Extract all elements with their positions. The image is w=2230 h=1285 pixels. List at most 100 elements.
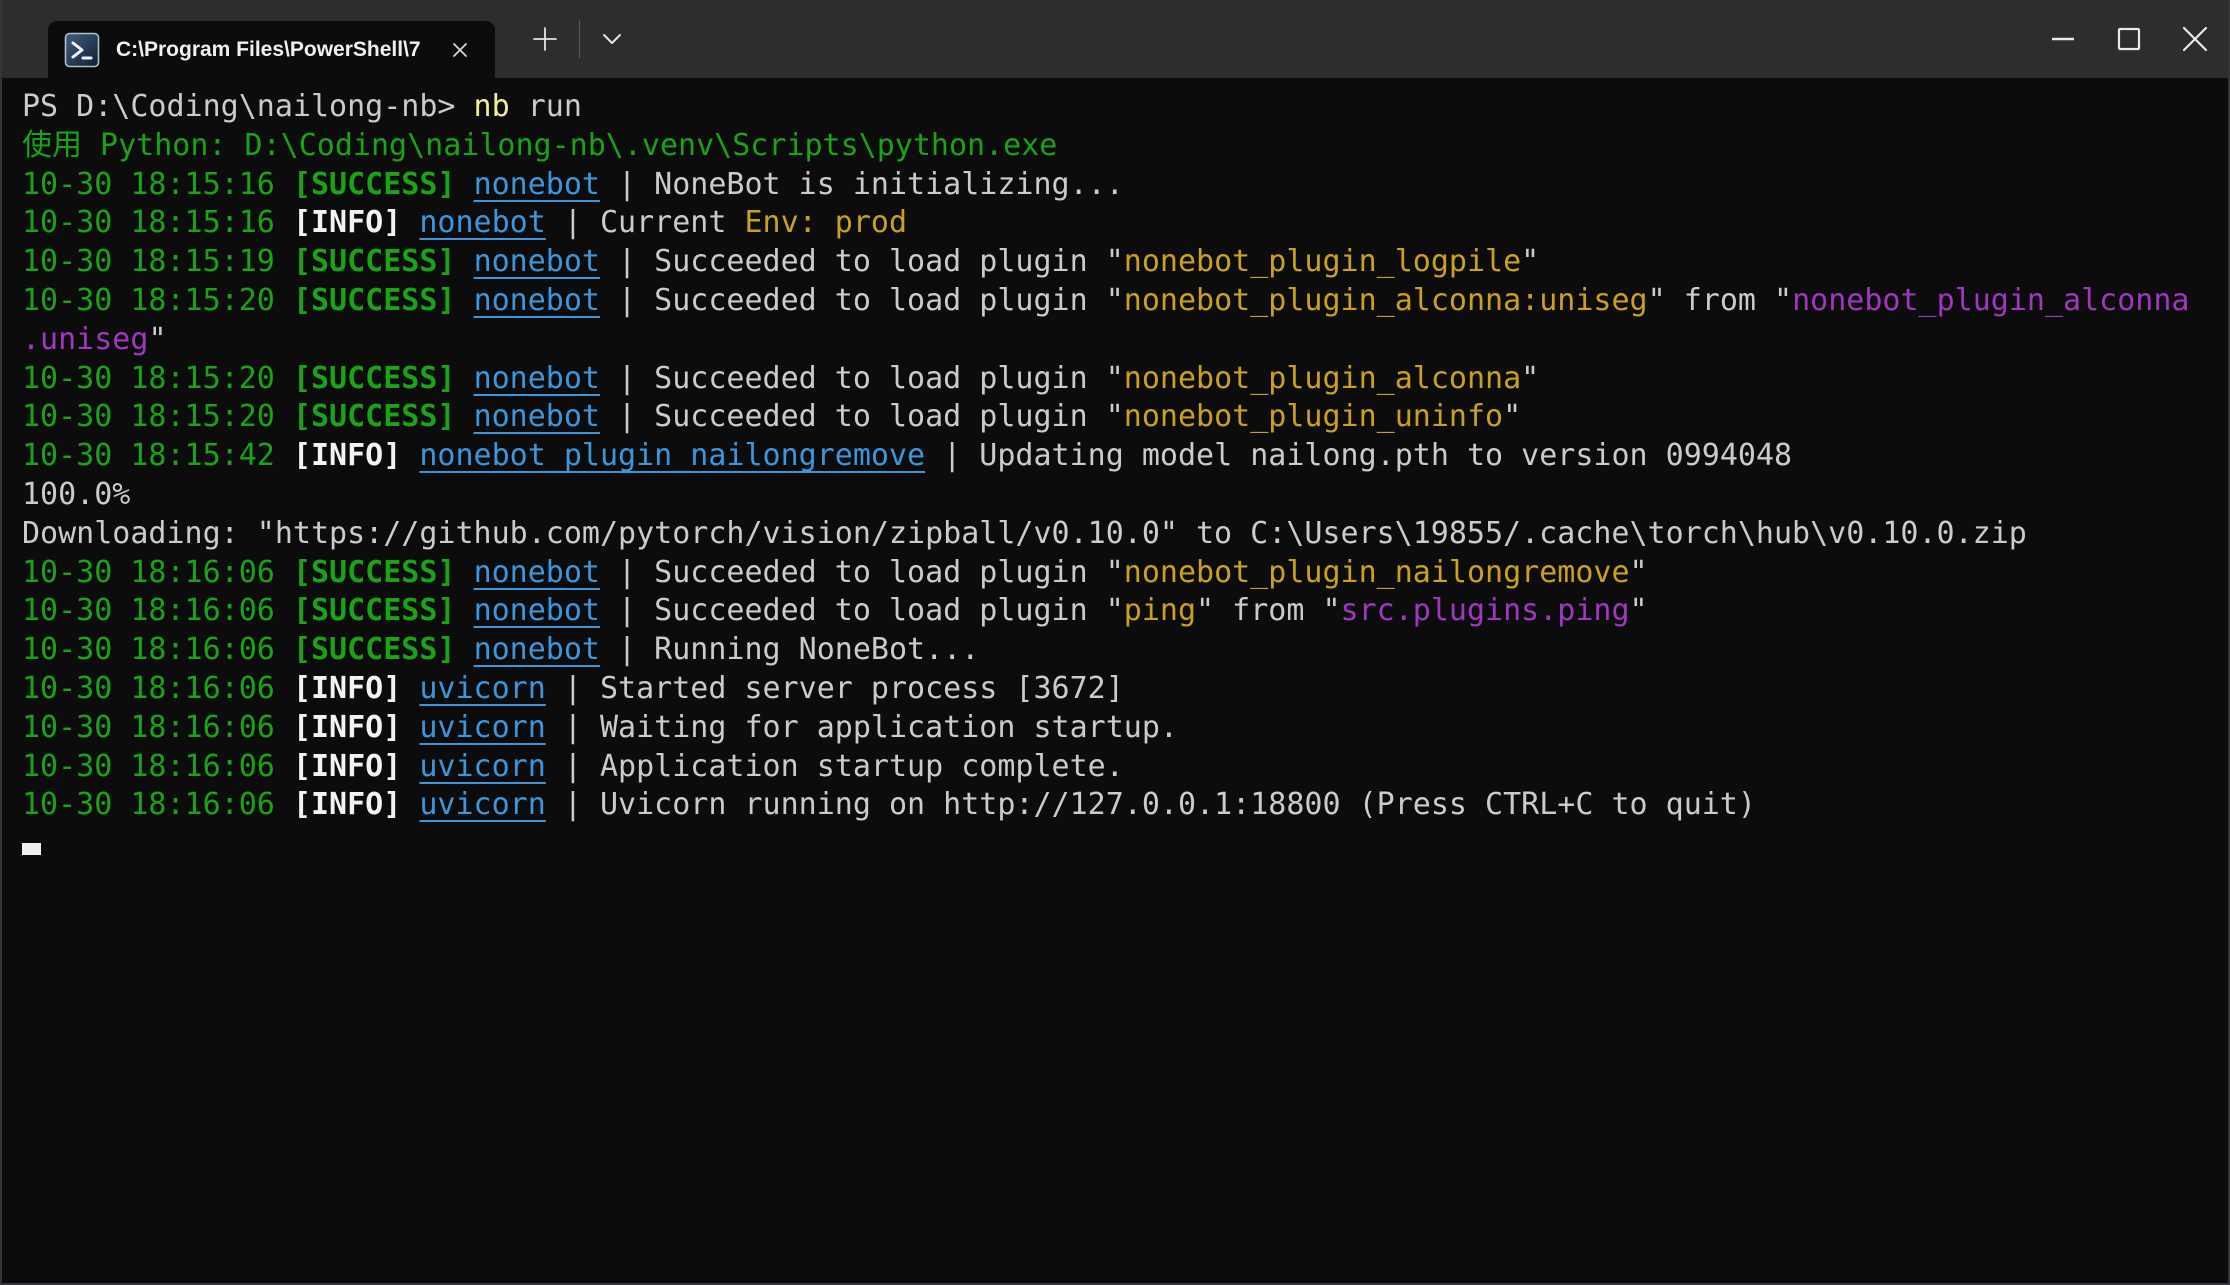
terminal-line: Downloading: "https://github.com/pytorch…	[22, 515, 2208, 554]
text-segment: nonebot_plugin_alconna:uniseg	[1124, 283, 1648, 318]
text-segment: nb	[474, 89, 510, 124]
text-segment: [SUCCESS]	[293, 244, 456, 279]
close-icon	[2182, 26, 2208, 52]
logger-link[interactable]: uvicorn	[419, 671, 545, 706]
close-icon	[450, 40, 470, 60]
terminal-line: 10-30 18:15:42 [INFO] nonebot_plugin_nai…	[22, 437, 2208, 476]
text-segment: 10-30 18:15:20	[22, 361, 293, 396]
text-segment: 10-30 18:16:06	[22, 632, 293, 667]
new-tab-button[interactable]	[517, 11, 573, 67]
text-segment: PS D:\Coding\nailong-nb>	[22, 89, 474, 124]
text-segment: src.plugins.ping	[1341, 593, 1630, 628]
text-segment: run	[510, 89, 582, 124]
text-segment: | Started server process [3672]	[546, 671, 1124, 706]
text-segment: [INFO]	[293, 787, 401, 822]
text-segment	[456, 167, 474, 202]
terminal-line: 10-30 18:16:06 [INFO] uvicorn | Uvicorn …	[22, 786, 2208, 825]
minimize-button[interactable]	[2030, 0, 2096, 78]
logger-link[interactable]: nonebot	[474, 555, 600, 590]
text-segment: "	[1630, 555, 1648, 590]
text-segment	[456, 555, 474, 590]
tab-powershell[interactable]: C:\Program Files\PowerShell\7	[48, 21, 495, 78]
terminal-line: PS D:\Coding\nailong-nb> nb run	[22, 88, 2208, 127]
terminal-lines: PS D:\Coding\nailong-nb> nb run使用 Python…	[22, 88, 2208, 864]
terminal-line: 10-30 18:15:19 [SUCCESS] nonebot | Succe…	[22, 243, 2208, 282]
text-segment: | Application startup complete.	[546, 749, 1124, 784]
logger-link[interactable]: uvicorn	[419, 749, 545, 784]
terminal-cursor	[22, 843, 41, 855]
text-segment: 10-30 18:15:42	[22, 438, 293, 473]
text-segment: nonebot_plugin_alconna	[1792, 283, 2189, 318]
text-segment: | Succeeded to load plugin "	[600, 283, 1124, 318]
text-segment: | Running NoneBot...	[600, 632, 979, 667]
terminal-line: 10-30 18:15:20 [SUCCESS] nonebot | Succe…	[22, 282, 2208, 321]
terminal-window: C:\Program Files\PowerShell\7	[0, 0, 2230, 1285]
text-segment: | Succeeded to load plugin "	[600, 593, 1124, 628]
text-segment: "	[1521, 244, 1539, 279]
text-segment	[456, 361, 474, 396]
text-segment: " from "	[1648, 283, 1793, 318]
terminal-line: 10-30 18:15:16 [INFO] nonebot | Current …	[22, 204, 2208, 243]
text-segment: 10-30 18:15:20	[22, 399, 293, 434]
text-segment	[401, 710, 419, 745]
text-segment: 10-30 18:15:16	[22, 167, 293, 202]
logger-link[interactable]: nonebot	[419, 205, 545, 240]
terminal-line: 100.0%	[22, 476, 2208, 515]
text-segment: "	[148, 322, 166, 357]
text-segment: | Succeeded to load plugin "	[600, 361, 1124, 396]
text-segment: "	[1521, 361, 1539, 396]
text-segment: | Updating model nailong.pth to version …	[925, 438, 1792, 473]
maximize-button[interactable]	[2096, 0, 2162, 78]
logger-link[interactable]: nonebot	[474, 167, 600, 202]
text-segment: 10-30 18:15:19	[22, 244, 293, 279]
text-segment: [INFO]	[293, 438, 401, 473]
text-segment: | Succeeded to load plugin "	[600, 555, 1124, 590]
text-segment: [SUCCESS]	[293, 167, 456, 202]
plus-icon	[532, 26, 558, 52]
text-segment: [SUCCESS]	[293, 361, 456, 396]
text-segment: | Current	[546, 205, 745, 240]
terminal-viewport[interactable]: PS D:\Coding\nailong-nb> nb run使用 Python…	[2, 78, 2228, 1283]
logger-link[interactable]: nonebot_plugin_nailongremove	[419, 438, 925, 473]
terminal-line: 使用 Python: D:\Coding\nailong-nb\.venv\Sc…	[22, 127, 2208, 166]
text-segment	[456, 632, 474, 667]
text-segment: 10-30 18:15:16	[22, 205, 293, 240]
text-segment	[456, 244, 474, 279]
text-segment: 100.0%	[22, 477, 130, 512]
terminal-line: 10-30 18:16:06 [SUCCESS] nonebot | Runni…	[22, 631, 2208, 670]
text-segment	[401, 438, 419, 473]
text-segment: [SUCCESS]	[293, 399, 456, 434]
logger-link[interactable]: nonebot	[474, 361, 600, 396]
logger-link[interactable]: nonebot	[474, 593, 600, 628]
logger-link[interactable]: uvicorn	[419, 710, 545, 745]
text-segment: | Succeeded to load plugin "	[600, 399, 1124, 434]
terminal-line: 10-30 18:15:20 [SUCCESS] nonebot | Succe…	[22, 360, 2208, 399]
terminal-line	[22, 825, 2208, 864]
text-segment: [SUCCESS]	[293, 283, 456, 318]
logger-link[interactable]: nonebot	[474, 283, 600, 318]
logger-link[interactable]: uvicorn	[419, 787, 545, 822]
text-segment: "	[1503, 399, 1521, 434]
logger-link[interactable]: nonebot	[474, 244, 600, 279]
terminal-line: 10-30 18:16:06 [INFO] uvicorn | Waiting …	[22, 709, 2208, 748]
text-segment: [INFO]	[293, 710, 401, 745]
terminal-line: 10-30 18:16:06 [INFO] uvicorn | Started …	[22, 670, 2208, 709]
tabbar-divider	[579, 20, 580, 58]
tab-dropdown-button[interactable]	[586, 11, 638, 67]
tab-title: C:\Program Files\PowerShell\7	[116, 38, 443, 62]
text-segment: | Uvicorn running on http://127.0.0.1:18…	[546, 787, 1756, 822]
text-segment: 使用 Python: D:\Coding\nailong-nb\.venv\Sc…	[22, 128, 1057, 163]
terminal-line: 10-30 18:16:06 [SUCCESS] nonebot | Succe…	[22, 592, 2208, 631]
logger-link[interactable]: nonebot	[474, 632, 600, 667]
terminal-line: 10-30 18:16:06 [INFO] uvicorn | Applicat…	[22, 748, 2208, 787]
close-button[interactable]	[2162, 0, 2228, 78]
tab-close-button[interactable]	[443, 33, 477, 67]
chevron-down-icon	[602, 33, 622, 45]
terminal-line: 10-30 18:15:16 [SUCCESS] nonebot | NoneB…	[22, 166, 2208, 205]
title-bar[interactable]: C:\Program Files\PowerShell\7	[2, 0, 2228, 78]
text-segment: 10-30 18:16:06	[22, 749, 293, 784]
powershell-icon	[64, 32, 100, 68]
text-segment: ping	[1124, 593, 1196, 628]
logger-link[interactable]: nonebot	[474, 399, 600, 434]
text-segment: nonebot_plugin_nailongremove	[1124, 555, 1630, 590]
